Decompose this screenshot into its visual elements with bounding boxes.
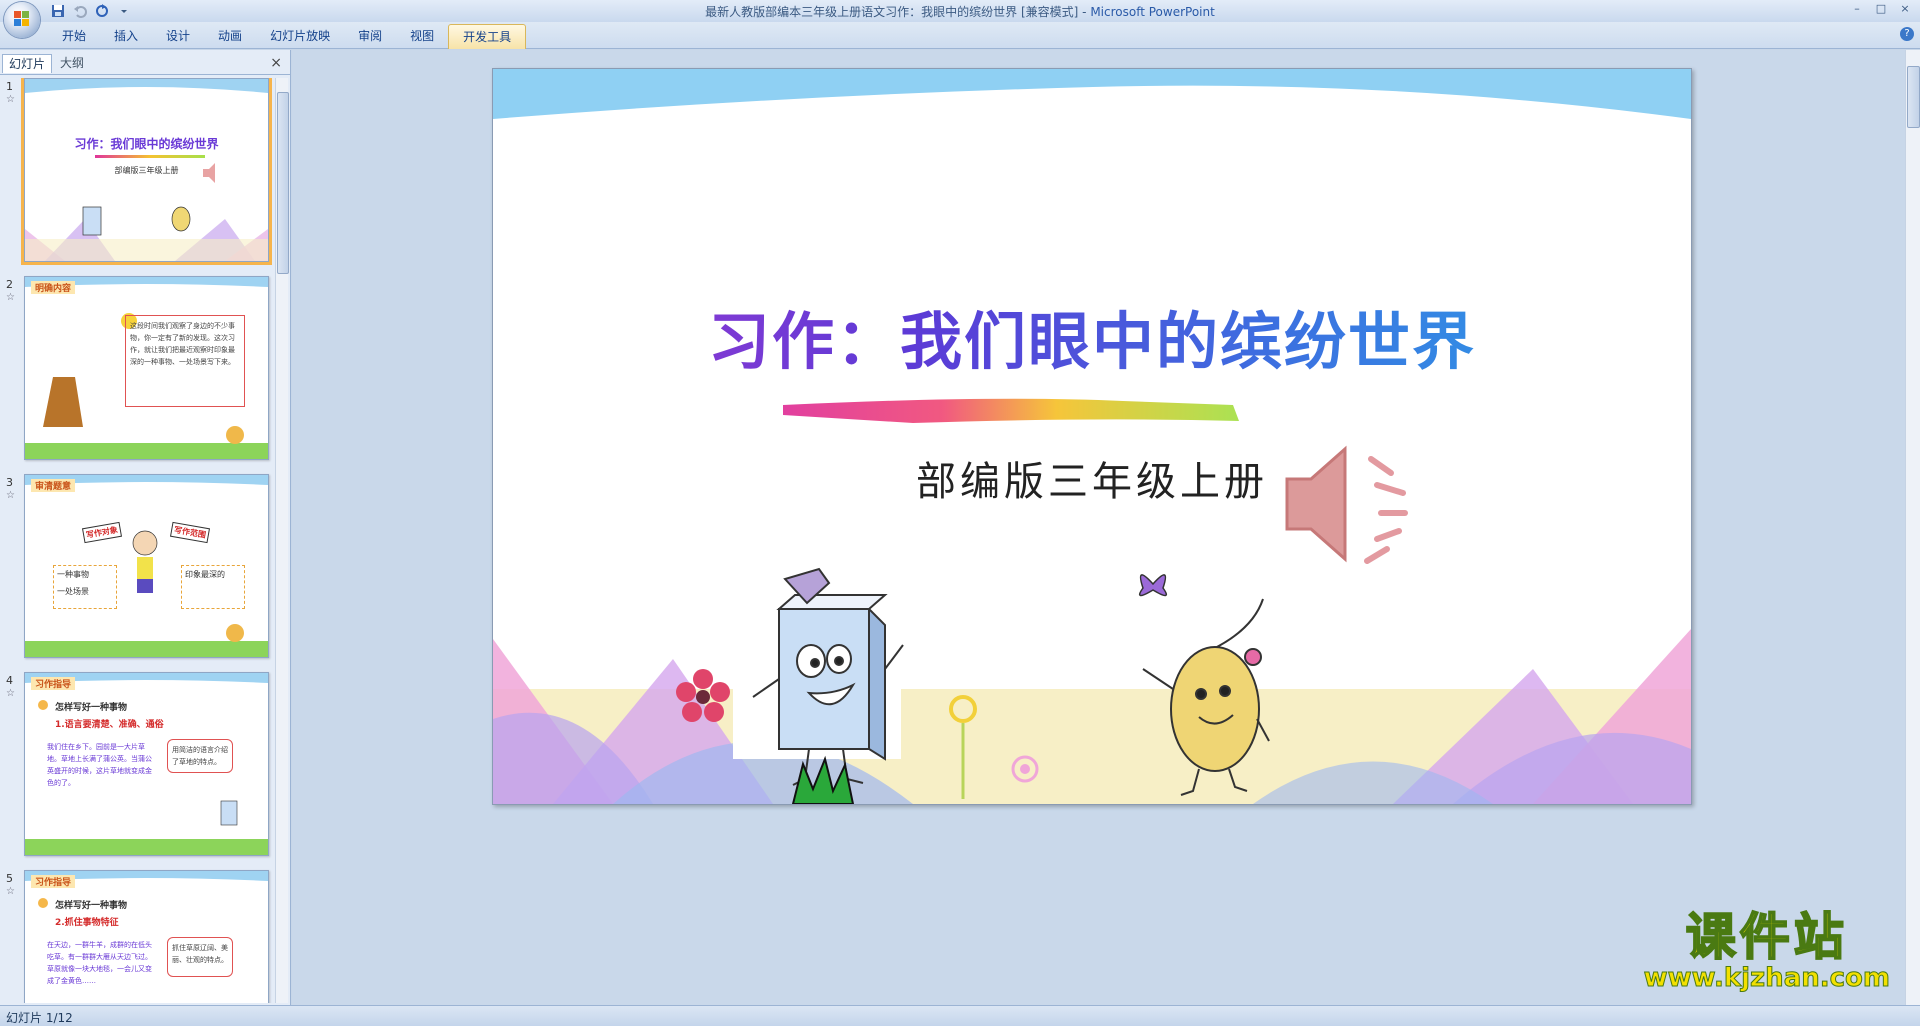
slide-number: 4 xyxy=(6,674,13,687)
scroll-thumb[interactable] xyxy=(1907,66,1920,128)
ribbon-tabs: 开始 插入 设计 动画 幻灯片放映 审阅 视图 开发工具 xyxy=(48,24,527,49)
watermark-url: www.kjzhan.com xyxy=(1643,963,1890,993)
scroll-thumb[interactable] xyxy=(277,92,289,274)
watermark: 课件站 www.kjzhan.com xyxy=(1643,908,1890,993)
thumb-5-bubble: 抓住草原辽阔、美丽、壮观的特点。 xyxy=(167,937,233,977)
tab-home[interactable]: 开始 xyxy=(48,24,100,48)
animation-star-icon: ☆ xyxy=(6,886,15,897)
tab-review[interactable]: 审阅 xyxy=(344,24,396,48)
slide-thumbnail-3[interactable]: 审清题意 写作对象 写作范围 一种事物 一处场景 印象最深的 xyxy=(24,474,269,658)
dropdown-icon[interactable] xyxy=(116,3,132,19)
speaker-icon[interactable] xyxy=(1281,439,1421,569)
thumbnail-list: 1 ☆ 习作：我们眼中的缤纷世界 部编版三年级上册 2 ☆ 明确内容 这段时间我… xyxy=(0,78,276,1003)
title-separator: - xyxy=(1078,5,1091,19)
office-logo-icon xyxy=(14,11,30,27)
thumb-4-bubble: 用简洁的语言介绍了草地的特点。 xyxy=(167,739,233,773)
tab-view[interactable]: 视图 xyxy=(396,24,448,48)
thumbnail-scrollbar[interactable] xyxy=(275,78,289,1003)
ribbon: 开始 插入 设计 动画 幻灯片放映 审阅 视图 开发工具 ? xyxy=(0,22,1920,49)
tab-animations[interactable]: 动画 xyxy=(204,24,256,48)
butterfly xyxy=(1138,574,1168,597)
slide-scrollbar[interactable] xyxy=(1905,50,1920,1005)
thumb-3-box-right: 印象最深的 xyxy=(181,565,245,609)
thumbnail-row: 2 ☆ 明确内容 这段时间我们观察了身边的不少事物，你一定有了新的发现。这次习作… xyxy=(0,276,276,468)
thumb-4-tag: 习作指导 xyxy=(31,677,76,690)
slide-title[interactable]: 习作：我们眼中的缤纷世界 xyxy=(493,291,1691,381)
help-icon[interactable]: ? xyxy=(1900,27,1914,41)
thumbnail-row: 1 ☆ 习作：我们眼中的缤纷世界 部编版三年级上册 xyxy=(0,78,276,270)
thumb-3-box-left-line1: 一种事物 xyxy=(57,570,89,579)
thumb-5-paragraph: 在天边，一群牛羊，成群的在低头吃草。有一群群大雁从天边飞过。草原就像一块大地毯，… xyxy=(47,941,152,985)
thumbnail-row: 3 ☆ 审清题意 写作对象 写作范围 一种事物 一处场景 印象最深的 xyxy=(0,474,276,666)
slide-number: 3 xyxy=(6,476,13,489)
slide-number: 1 xyxy=(6,80,13,93)
thumb-3-box-left-line2: 一处场景 xyxy=(57,587,89,596)
tab-slideshow[interactable]: 幻灯片放映 xyxy=(256,24,344,48)
redo-icon[interactable] xyxy=(94,3,110,19)
tab-design[interactable]: 设计 xyxy=(152,24,204,48)
current-slide[interactable]: 习作：我们眼中的缤纷世界 部编版三年级上册 xyxy=(492,68,1692,805)
app-name: Microsoft PowerPoint xyxy=(1090,5,1215,19)
thumb-4-heading: 怎样写好一种事物 xyxy=(55,703,128,713)
thumbnail-row: 4 ☆ 习作指导 怎样写好一种事物 1.语言要清楚、准确、通俗 我们住在乡下。园… xyxy=(0,672,276,864)
pane-close-icon[interactable]: × xyxy=(270,55,282,71)
tab-slides[interactable]: 幻灯片 xyxy=(2,54,53,73)
thumb-1-subtitle: 部编版三年级上册 xyxy=(114,166,179,175)
thumb-1-title: 习作：我们眼中的缤纷世界 xyxy=(74,137,219,151)
slide-number: 5 xyxy=(6,872,13,885)
thumb-2-tag: 明确内容 xyxy=(31,281,76,294)
thumb-4-point: 1.语言要清楚、准确、通俗 xyxy=(55,720,164,730)
slide-thumbnail-1[interactable]: 习作：我们眼中的缤纷世界 部编版三年级上册 xyxy=(21,78,272,265)
tab-outline[interactable]: 大纲 xyxy=(54,54,90,72)
save-icon[interactable] xyxy=(50,3,66,19)
thumb-5-point: 2.抓住事物特征 xyxy=(55,918,119,928)
slide-count: 幻灯片 1/12 xyxy=(6,1011,73,1025)
animation-star-icon: ☆ xyxy=(6,490,15,501)
window-title: 最新人教版部编本三年级上册语文习作：我眼中的缤纷世界 [兼容模式] - Micr… xyxy=(0,3,1920,20)
thumb-5-tag: 习作指导 xyxy=(31,875,76,888)
slides-pane: 幻灯片 大纲 × 1 ☆ 习作：我们眼中的缤纷世界 部编版三年级上册 2 ☆ 明… xyxy=(0,50,291,1005)
slide-background-art xyxy=(493,69,1691,804)
thumb-5-heading: 怎样写好一种事物 xyxy=(55,901,128,911)
animation-star-icon: ☆ xyxy=(6,94,15,105)
slide-thumbnail-2[interactable]: 明确内容 这段时间我们观察了身边的不少事物，你一定有了新的发现。这次习作，就让我… xyxy=(24,276,269,460)
slide-thumbnail-4[interactable]: 习作指导 怎样写好一种事物 1.语言要清楚、准确、通俗 我们住在乡下。园前是一大… xyxy=(24,672,269,856)
slide-number: 2 xyxy=(6,278,13,291)
tab-insert[interactable]: 插入 xyxy=(100,24,152,48)
slide-subtitle[interactable]: 部编版三年级上册 xyxy=(493,449,1691,507)
animation-star-icon: ☆ xyxy=(6,688,15,699)
watermark-chinese: 课件站 xyxy=(1685,908,1848,966)
office-button[interactable] xyxy=(4,2,40,38)
title-bar: 最新人教版部编本三年级上册语文习作：我眼中的缤纷世界 [兼容模式] - Micr… xyxy=(0,0,1920,22)
undo-icon[interactable] xyxy=(72,3,88,19)
thumb-4-paragraph: 我们住在乡下。园前是一大片草地。草地上长满了蒲公英。当蒲公英盛开的时候，这片草地… xyxy=(47,743,152,787)
thumb-3-box-left: 一种事物 一处场景 xyxy=(53,565,117,609)
slide-thumbnail-5[interactable]: 习作指导 怎样写好一种事物 2.抓住事物特征 在天边，一群牛羊，成群的在低头吃草… xyxy=(24,870,269,1003)
window-controls: – □ × xyxy=(1846,0,1916,16)
close-button[interactable]: × xyxy=(1894,0,1916,16)
status-bar: 幻灯片 1/12 xyxy=(0,1005,1920,1026)
minimize-button[interactable]: – xyxy=(1846,0,1868,16)
thumb-1-brush-stroke xyxy=(95,155,205,158)
pane-tabs: 幻灯片 大纲 × xyxy=(0,52,290,75)
thumb-2-textbox: 这段时间我们观察了身边的不少事物，你一定有了新的发现。这次习作，就让我们把最近观… xyxy=(125,315,245,407)
slide-editor: 习作：我们眼中的缤纷世界 部编版三年级上册 课件站 www.kjzhan.com xyxy=(292,50,1906,1005)
thumb-3-tag: 审清题意 xyxy=(31,479,76,492)
tab-developer[interactable]: 开发工具 xyxy=(448,24,527,49)
maximize-button[interactable]: □ xyxy=(1870,0,1892,16)
document-name: 最新人教版部编本三年级上册语文习作：我眼中的缤纷世界 [兼容模式] xyxy=(705,5,1079,19)
animation-star-icon: ☆ xyxy=(6,292,15,303)
quick-access-toolbar xyxy=(50,2,132,20)
thumbnail-row: 5 ☆ 习作指导 怎样写好一种事物 2.抓住事物特征 在天边，一群牛羊，成群的在… xyxy=(0,870,276,1003)
